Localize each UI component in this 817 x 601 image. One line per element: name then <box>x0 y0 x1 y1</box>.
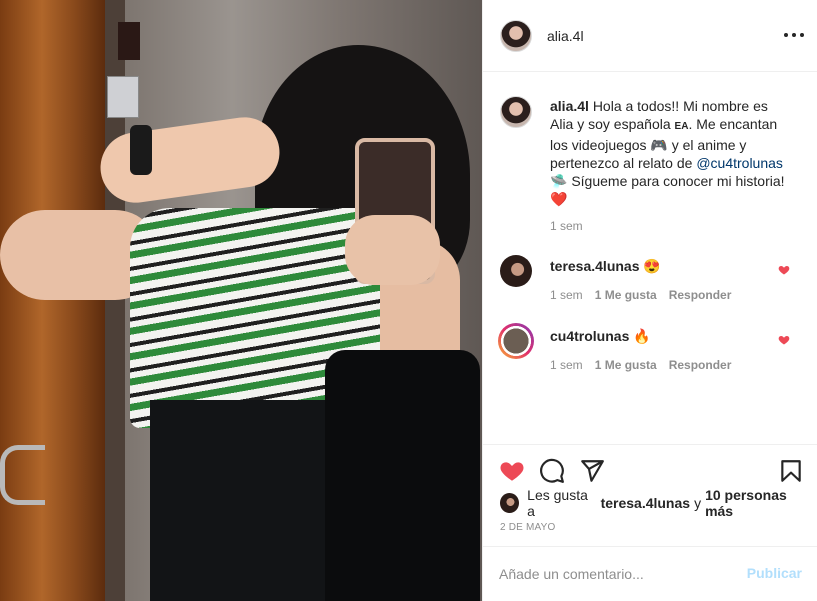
likes-prefix: Les gusta a <box>527 487 588 519</box>
comment-time[interactable]: 1 sem <box>550 288 583 302</box>
post-caption: alia.4l Hola a todos!! Mi nombre es Alia… <box>550 97 790 208</box>
comments-section: alia.4l Hola a todos!! Mi nombre es Alia… <box>483 72 817 444</box>
post-sidebar: alia.4l alia.4l Hola a todos!! Mi nombre… <box>482 0 817 601</box>
like-heart-icon[interactable] <box>499 458 525 484</box>
comment-meta: 1 sem 1 Me gusta Responder <box>550 358 743 372</box>
comment-text: 🔥 <box>633 328 651 344</box>
photo-button-panel <box>107 76 139 118</box>
liker-username[interactable]: teresa.4lunas <box>601 495 691 511</box>
photo-handrail <box>0 445 45 505</box>
comment-like-heart-icon[interactable] <box>778 334 790 346</box>
caption-username[interactable]: alia.4l <box>550 98 589 114</box>
post-date[interactable]: 2 DE MAYO <box>500 522 556 533</box>
caption-avatar[interactable] <box>500 96 532 128</box>
comment: teresa.4lunas 😍 <box>550 258 661 275</box>
likes-summary: Les gusta a teresa.4lunas y 10 personas … <box>500 487 817 519</box>
likes-others[interactable]: 10 personas más <box>705 487 814 519</box>
comment-avatar[interactable] <box>498 323 534 359</box>
gamepad-emoji: 🎮 <box>650 137 668 153</box>
bookmark-icon[interactable] <box>778 458 804 484</box>
photo-wood-wall <box>0 0 105 601</box>
comment-avatar[interactable] <box>500 255 532 287</box>
comment-text: 😍 <box>643 258 661 274</box>
photo-floor-display <box>118 22 140 60</box>
add-comment-bar: Publicar <box>483 546 817 601</box>
comment-likes[interactable]: 1 Me gusta <box>595 288 657 302</box>
comment-input[interactable] <box>499 563 729 585</box>
comment-meta: 1 sem 1 Me gusta Responder <box>550 288 743 302</box>
reply-button[interactable]: Responder <box>669 358 732 372</box>
comment-username[interactable]: cu4trolunas <box>550 328 629 344</box>
photo-bag <box>325 350 480 601</box>
post-photo[interactable] <box>0 0 482 601</box>
more-options-icon[interactable] <box>784 27 804 43</box>
publish-button[interactable]: Publicar <box>747 565 802 581</box>
avatar[interactable] <box>500 20 532 52</box>
reply-button[interactable]: Responder <box>669 288 732 302</box>
post-actions: Les gusta a teresa.4lunas y 10 personas … <box>483 444 817 546</box>
heart-emoji: ❤️ <box>550 191 568 207</box>
photo-watch <box>130 125 152 175</box>
caption-time[interactable]: 1 sem <box>550 219 583 233</box>
comment-likes[interactable]: 1 Me gusta <box>595 358 657 372</box>
comment-time[interactable]: 1 sem <box>550 358 583 372</box>
comment-username[interactable]: teresa.4lunas <box>550 258 640 274</box>
comment: cu4trolunas 🔥 <box>550 328 651 345</box>
comment-like-heart-icon[interactable] <box>778 264 790 276</box>
comment-icon[interactable] <box>539 458 565 484</box>
post-username[interactable]: alia.4l <box>547 28 584 44</box>
post-header: alia.4l <box>483 0 817 72</box>
ufo-emoji: 🛸 <box>550 173 568 189</box>
flag-emoji: EA <box>674 121 689 132</box>
likes-joiner: y <box>694 495 702 511</box>
liker-avatar[interactable] <box>500 493 520 513</box>
mention-link[interactable]: @cu4trolunas <box>696 155 783 171</box>
caption-text-4: Sígueme para conocer mi historia! <box>567 173 785 189</box>
photo-hand <box>345 215 440 285</box>
share-icon[interactable] <box>579 458 605 484</box>
caption-meta: 1 sem <box>550 219 595 233</box>
